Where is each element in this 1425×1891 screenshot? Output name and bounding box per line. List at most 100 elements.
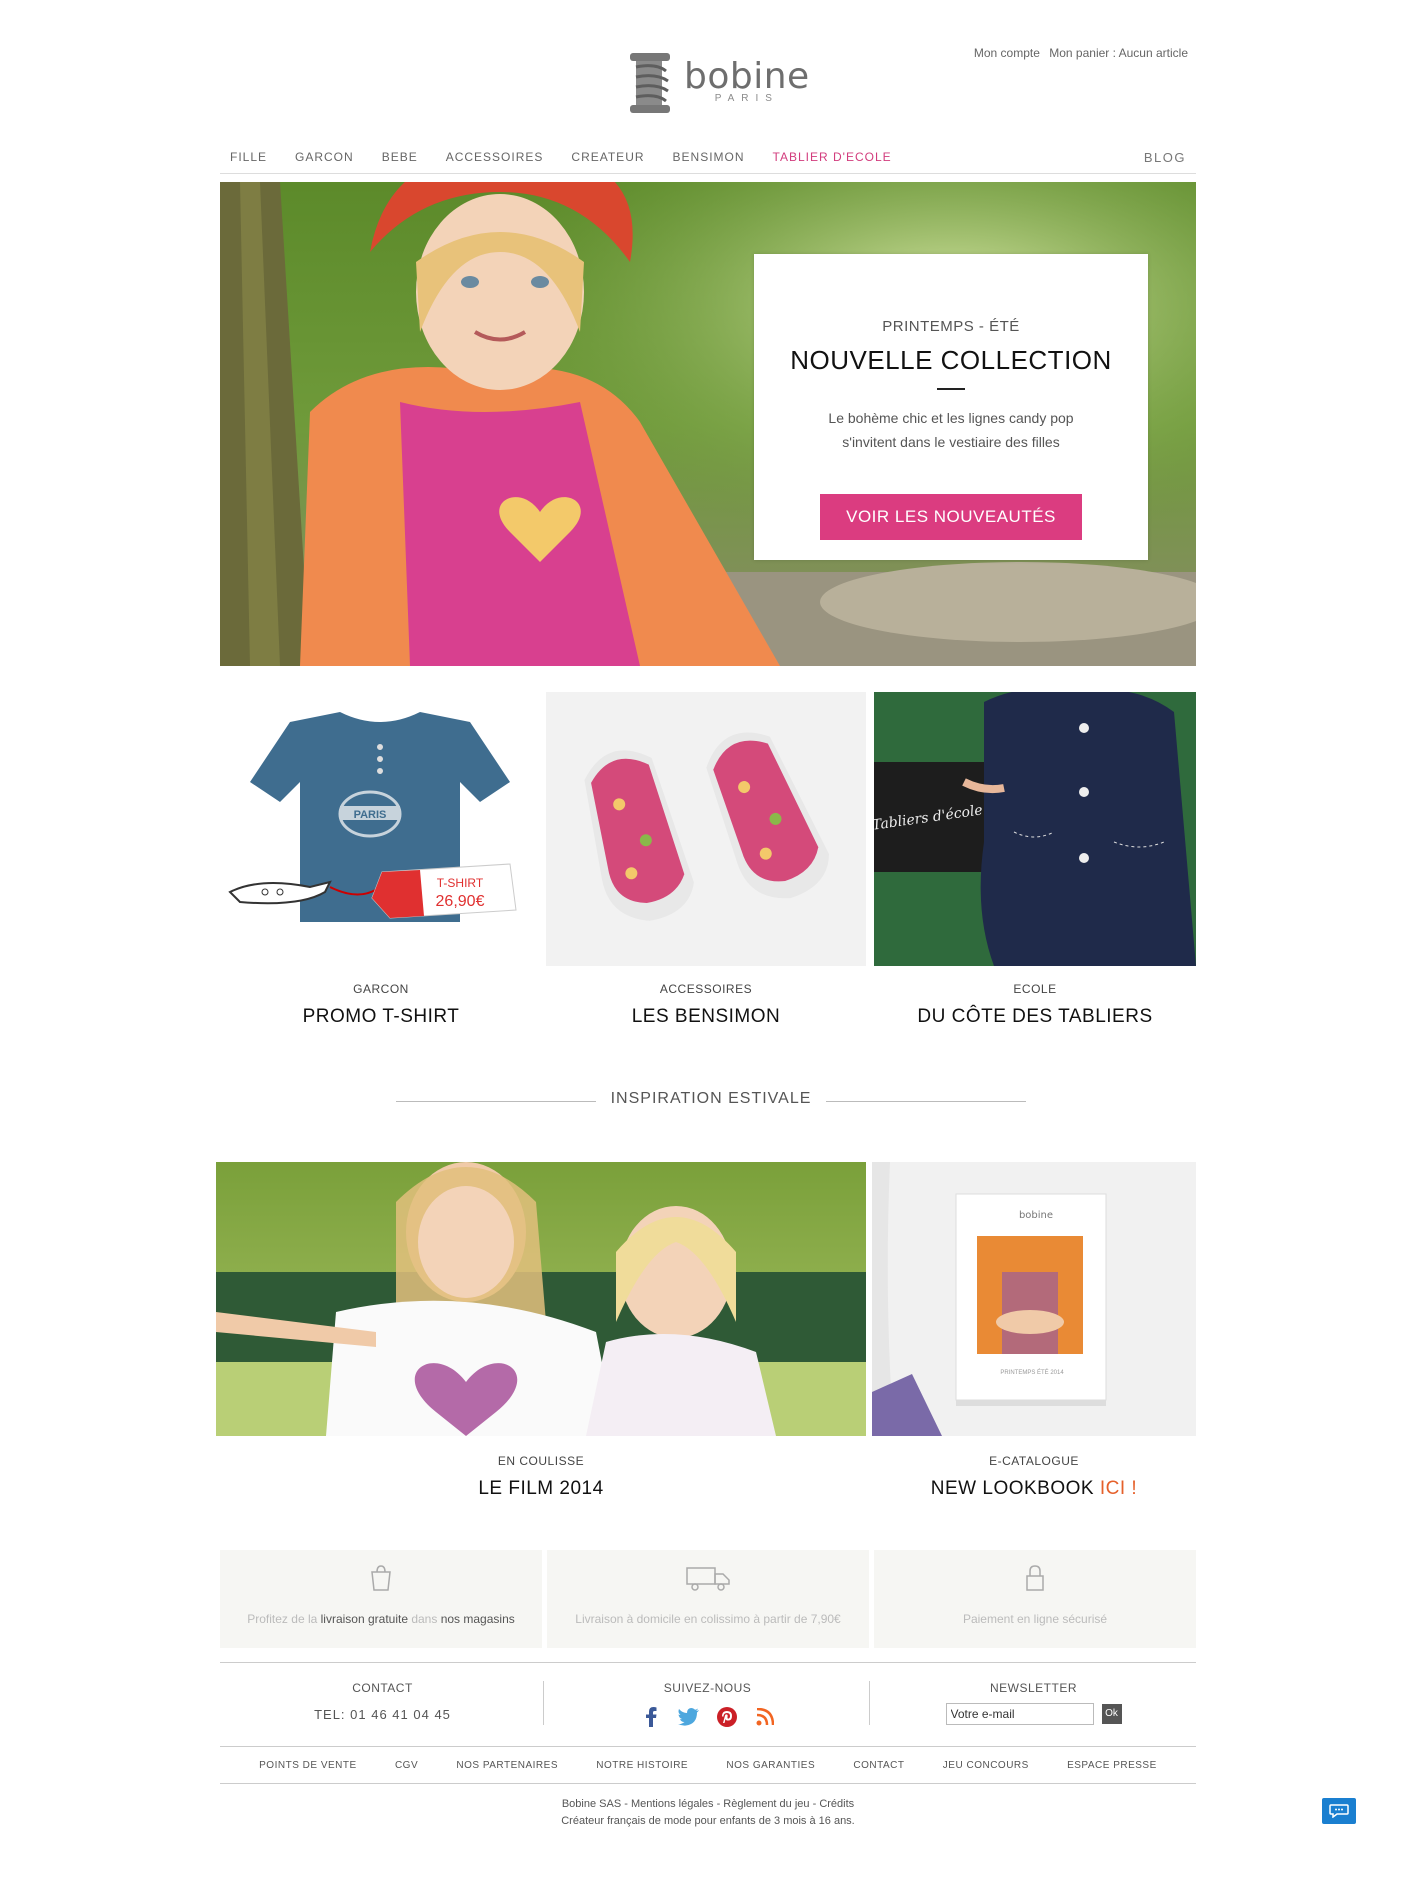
newsletter-email-input[interactable]: [945, 1703, 1094, 1725]
lock-icon: [1024, 1564, 1046, 1597]
footer-contact: CONTACT TEL: 01 46 41 04 45: [220, 1681, 545, 1722]
legal-links: Bobine SAS - Mentions légales - Règlemen…: [561, 1798, 855, 1810]
nav-item-bensimon[interactable]: BENSIMON: [673, 150, 745, 164]
nav-item-bebe[interactable]: BEBE: [382, 150, 418, 164]
twitter-icon[interactable]: [676, 1705, 702, 1729]
footer-link-points-de-vente[interactable]: POINTS DE VENTE: [259, 1760, 357, 1771]
newsletter-submit-button[interactable]: Ok: [1101, 1704, 1122, 1724]
nav-item-blog[interactable]: BLOG: [1144, 150, 1186, 165]
hero-description: Le bohème chic et les lignes candy pop s…: [754, 406, 1148, 454]
feature-home-delivery: Livraison à domicile en colissimo à part…: [547, 1550, 869, 1648]
inspiration-heading: INSPIRATION ESTIVALE: [396, 1090, 1026, 1112]
footer-link-histoire[interactable]: NOTRE HISTOIRE: [596, 1760, 688, 1771]
hero-divider: [937, 388, 965, 390]
hero-banner[interactable]: PRINTEMPS - ÉTÉ NOUVELLE COLLECTION Le b…: [220, 182, 1196, 666]
lookbook-image: bobine PRINTEMPS ÉTÉ 2014: [872, 1162, 1196, 1436]
footer-link-jeu-concours[interactable]: JEU CONCOURS: [943, 1760, 1029, 1771]
voir-nouveautes-button[interactable]: VOIR LES NOUVEAUTÉS: [820, 494, 1082, 540]
lookbook-category: E-CATALOGUE: [989, 1454, 1079, 1468]
film-2014-tile[interactable]: [216, 1162, 866, 1436]
logo-text: bobine PARIS: [684, 56, 810, 104]
account-link[interactable]: Mon compte: [974, 46, 1040, 60]
tile-title[interactable]: DU CÔTE DES TABLIERS: [874, 1006, 1196, 1028]
bensimon-shoes-image: [584, 732, 830, 921]
promo-tshirt-tile[interactable]: PARIS T-SHIRT 26,90€: [220, 692, 542, 966]
footer-link-cgv[interactable]: CGV: [395, 1760, 418, 1771]
chat-widget-button[interactable]: [1322, 1798, 1356, 1824]
film-title[interactable]: LE FILM 2014: [216, 1478, 866, 1500]
lookbook-caption: E-CATALOGUE NEW LOOKBOOK ICI !: [872, 1454, 1196, 1500]
spool-icon: [626, 51, 678, 117]
nav-item-garcon[interactable]: GARCON: [295, 150, 354, 164]
rss-icon[interactable]: [752, 1705, 778, 1729]
tile-title[interactable]: LES BENSIMON: [546, 1006, 866, 1028]
film-category: EN COULISSE: [497, 1454, 585, 1468]
nav-item-accessoires[interactable]: ACCESSOIRES: [446, 150, 544, 164]
logo[interactable]: bobine PARIS: [626, 50, 809, 118]
hero-title: NOUVELLE COLLECTION: [790, 345, 1112, 375]
social-links: [545, 1705, 870, 1729]
tabliers-tile[interactable]: Tabliers d'école: [874, 692, 1196, 966]
footer-newsletter: NEWSLETTER Ok: [871, 1681, 1196, 1725]
footer-separator: [543, 1681, 544, 1725]
follow-title: SUIVEZ-NOUS: [663, 1681, 752, 1695]
hero-card: PRINTEMPS - ÉTÉ NOUVELLE COLLECTION Le b…: [754, 254, 1148, 560]
tag-price: 26,90€: [436, 893, 485, 910]
bensimon-caption: ACCESSOIRES LES BENSIMON: [546, 982, 866, 1028]
lookbook-title-text: NEW LOOKBOOK: [930, 1478, 1100, 1499]
lookbook-highlight: ICI !: [1099, 1478, 1138, 1499]
tablier-image: Tabliers d'école: [874, 692, 1196, 966]
contact-phone: TEL: 01 46 41 04 45: [314, 1707, 451, 1722]
nav-item-createur[interactable]: CREATEUR: [571, 150, 644, 164]
footer-contact-row: CONTACT TEL: 01 46 41 04 45 SUIVEZ-NOUS: [220, 1662, 1196, 1742]
feature-store-text: Profitez de la livraison gratuite dans n…: [247, 1612, 515, 1626]
tile-title[interactable]: PROMO T-SHIRT: [220, 1006, 542, 1028]
feature-secure-text: Paiement en ligne sécurisé: [962, 1612, 1108, 1626]
footer-link-contact[interactable]: CONTACT: [853, 1760, 904, 1771]
catalog-brand: bobine: [1019, 1210, 1053, 1221]
footer-link-garanties[interactable]: NOS GARANTIES: [726, 1760, 815, 1771]
hero-season: PRINTEMPS - ÉTÉ: [882, 318, 1020, 335]
film-image: [216, 1162, 866, 1436]
contact-title: CONTACT: [352, 1681, 413, 1695]
tag-label: T-SHIRT: [437, 876, 484, 890]
logo-name: bobine: [684, 56, 810, 97]
legal-rules-link[interactable]: Règlement du jeu: [723, 1798, 809, 1810]
facebook-icon[interactable]: [638, 1705, 664, 1729]
newsletter-form: Ok: [871, 1703, 1196, 1725]
store-bag-icon: [369, 1564, 393, 1597]
tabliers-caption: ECOLE DU CÔTE DES TABLIERS: [874, 982, 1196, 1028]
tile-category: ACCESSOIRES: [659, 982, 753, 996]
footer-link-partenaires[interactable]: NOS PARTENAIRES: [456, 1760, 558, 1771]
tile-category: ECOLE: [1013, 982, 1057, 996]
catalog-caption: PRINTEMPS ÉTÉ 2014: [1000, 1369, 1064, 1376]
legal-tagline: Créateur français de mode pour enfants d…: [561, 1815, 855, 1827]
bensimon-tile[interactable]: [546, 692, 866, 966]
footer-separator: [869, 1681, 870, 1725]
feature-home-text: Livraison à domicile en colissimo à part…: [575, 1612, 841, 1626]
inspiration-heading-label: INSPIRATION ESTIVALE: [610, 1090, 812, 1107]
account-links: Mon compte Mon panier : Aucun article: [968, 46, 1188, 60]
legal-credits-link[interactable]: Crédits: [819, 1798, 854, 1810]
legal-mentions-link[interactable]: Mentions légales: [631, 1798, 714, 1810]
pinterest-icon[interactable]: [714, 1705, 740, 1729]
main-nav: FILLE GARCON BEBE ACCESSOIRES CREATEUR B…: [220, 150, 1196, 174]
nav-item-tablier-ecole[interactable]: TABLIER D'ECOLE: [773, 150, 892, 164]
footer-follow: SUIVEZ-NOUS: [545, 1681, 870, 1729]
hero-description-line1: Le bohème chic et les lignes candy pop: [828, 410, 1074, 426]
footer-link-espace-presse[interactable]: ESPACE PRESSE: [1067, 1760, 1157, 1771]
tile-category: GARCON: [353, 982, 409, 996]
legal-company: Bobine SAS: [561, 1798, 622, 1810]
feature-secure-payment: Paiement en ligne sécurisé: [874, 1550, 1196, 1648]
lookbook-tile[interactable]: bobine PRINTEMPS ÉTÉ 2014: [872, 1162, 1196, 1436]
chat-bubble-icon: [1329, 1804, 1349, 1818]
nav-item-fille[interactable]: FILLE: [230, 150, 267, 164]
legal-info: Bobine SAS - Mentions légales - Règlemen…: [220, 1796, 1196, 1830]
tshirt-stamp: PARIS: [354, 809, 387, 821]
footer-links: POINTS DE VENTE CGV NOS PARTENAIRES NOTR…: [220, 1746, 1196, 1784]
feature-store-delivery: Profitez de la livraison gratuite dans n…: [220, 1550, 542, 1648]
tshirt-image: PARIS T-SHIRT 26,90€: [228, 712, 517, 922]
newsletter-title: NEWSLETTER: [989, 1681, 1077, 1695]
lookbook-title[interactable]: NEW LOOKBOOK ICI !: [872, 1478, 1196, 1500]
cart-link[interactable]: Mon panier : Aucun article: [1049, 46, 1188, 60]
